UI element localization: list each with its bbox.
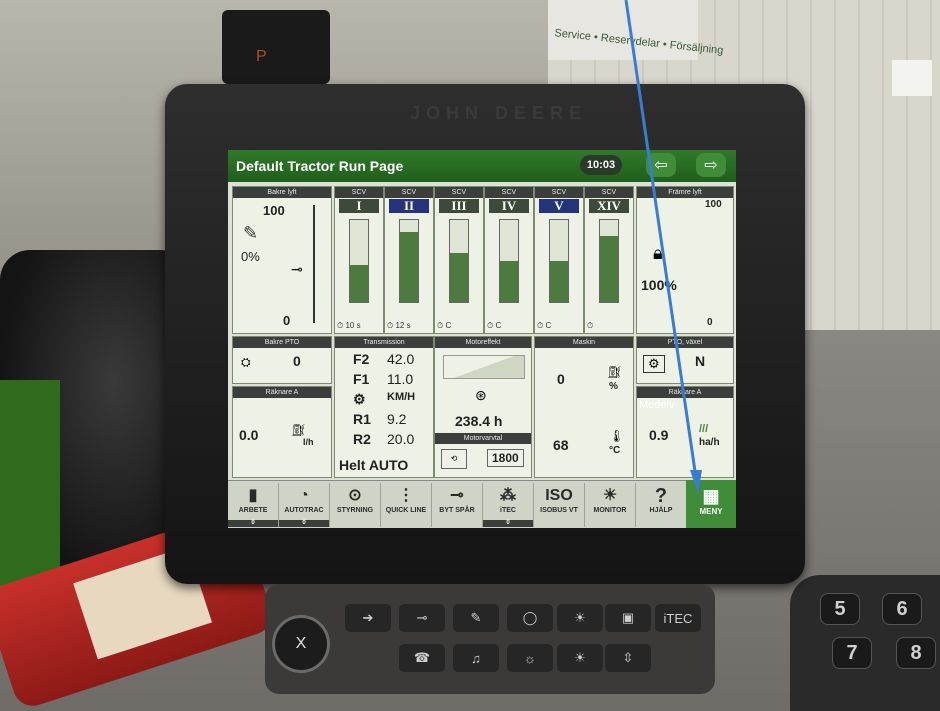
arrow-head (690, 470, 702, 494)
photo-scene: Service • Reservdelar • Försäljning P 5 … (0, 0, 940, 711)
arrow-line (624, 0, 698, 479)
annotation-arrow (624, 0, 702, 494)
